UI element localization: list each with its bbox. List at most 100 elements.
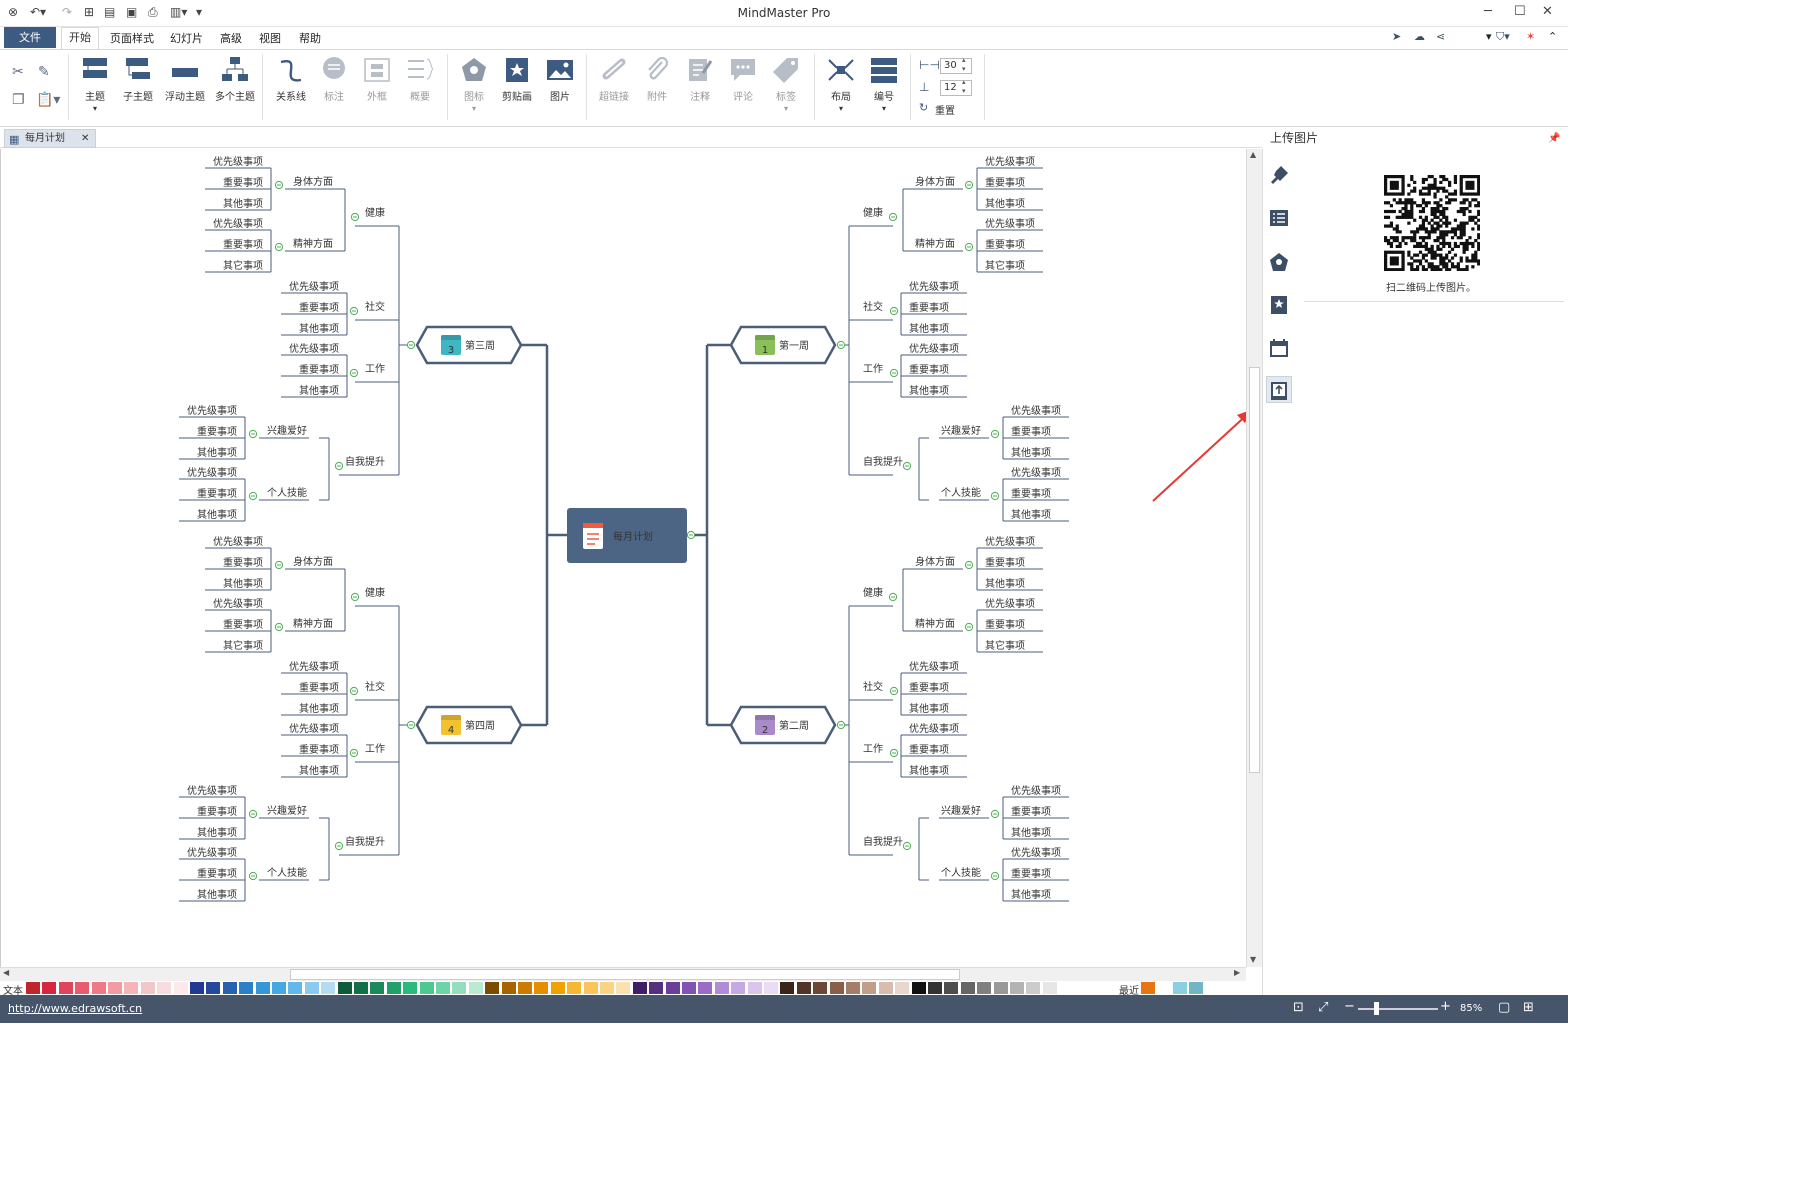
leaf-topic[interactable]: 重要事项 [909,681,949,694]
leaf-topic[interactable]: 重要事项 [909,743,949,756]
leaf-topic[interactable]: 其它事项 [985,259,1025,272]
leaf-topic[interactable]: 其他事项 [1011,888,1051,901]
subtopic[interactable]: 个人技能 [941,866,981,879]
leaf-topic[interactable]: 其他事项 [223,197,263,210]
color-swatch[interactable] [436,982,450,994]
color-swatch[interactable] [632,982,647,994]
subtopic[interactable]: 个人技能 [267,486,307,499]
leaf-topic[interactable]: 优先级事项 [1011,846,1061,859]
color-swatch[interactable] [1026,982,1041,994]
leaf-topic[interactable]: 重要事项 [299,743,339,756]
subtopic[interactable]: 身体方面 [293,555,333,568]
collapse-toggle-icon[interactable] [990,491,1000,501]
leaf-topic[interactable]: 优先级事项 [909,280,959,293]
collapse-toggle-icon[interactable] [836,720,846,730]
vertical-spacing-input[interactable]: 12 [940,80,972,96]
leaf-topic[interactable]: 重要事项 [299,301,339,314]
color-swatch[interactable] [780,982,795,994]
leaf-topic[interactable]: 重要事项 [909,301,949,314]
subtopic[interactable]: 个人技能 [941,486,981,499]
color-swatch[interactable] [928,982,942,994]
collapse-toggle-icon[interactable] [990,429,1000,439]
branch-topic[interactable]: 社交 [863,680,883,693]
multiple-topics-button[interactable]: 多个主题 [213,56,257,103]
calendar-icon-header[interactable] [755,335,775,340]
subtopic[interactable]: 兴趣爱好 [941,804,981,817]
leaf-topic[interactable]: 重要事项 [985,618,1025,631]
menu-home[interactable]: 开始 [61,27,99,49]
scroll-left-icon[interactable]: ◀ [3,968,9,977]
collapse-toggle-icon[interactable] [248,491,258,501]
collapse-toggle-icon[interactable] [990,871,1000,881]
collapse-toggle-icon[interactable] [889,306,899,316]
week-label[interactable]: 第三周 [465,339,495,352]
vertical-scroll-thumb[interactable] [1249,367,1260,773]
branch-topic[interactable]: 工作 [863,743,883,755]
leaf-topic[interactable]: 其他事项 [985,197,1025,210]
website-link[interactable]: http://www.edrawsoft.cn [8,1002,142,1015]
leaf-topic[interactable]: 优先级事项 [289,280,339,293]
branch-topic[interactable]: 健康 [365,206,385,219]
leaf-topic[interactable]: 其他事项 [1011,826,1051,839]
minimize-button[interactable]: ─ [1484,4,1492,19]
color-swatch[interactable] [403,982,418,994]
numbering-button[interactable]: 编号 ▾ [863,56,905,114]
recent-color-swatch[interactable] [1173,982,1187,994]
leaf-topic[interactable]: 优先级事项 [187,404,237,417]
leaf-topic[interactable]: 其他事项 [197,446,237,459]
subtopic[interactable]: 兴趣爱好 [267,804,307,817]
color-swatch[interactable] [337,982,352,994]
week-label[interactable]: 第二周 [779,719,809,732]
theme-color-icon[interactable]: ✶ [1526,30,1535,43]
color-swatch[interactable] [714,982,729,994]
collapse-toggle-icon[interactable] [334,841,344,851]
menu-advanced[interactable]: 高级 [220,30,242,46]
scroll-down-icon[interactable]: ▼ [1250,955,1256,964]
leaf-topic[interactable]: 其他事项 [909,322,949,335]
leaf-topic[interactable]: 其它事项 [223,259,263,272]
color-swatch[interactable] [222,982,237,994]
leaf-topic[interactable]: 优先级事项 [985,155,1035,168]
collapse-toggle-icon[interactable] [990,809,1000,819]
color-swatch[interactable] [370,982,385,994]
color-swatch[interactable] [960,982,975,994]
collapse-toggle-icon[interactable] [406,340,416,350]
calendar-number[interactable]: 2 [762,725,768,736]
leaf-topic[interactable]: 重要事项 [1011,425,1051,438]
color-swatch[interactable] [616,982,631,994]
recent-color-swatch[interactable] [1157,982,1171,994]
subtopic[interactable]: 精神方面 [915,617,955,630]
leaf-topic[interactable]: 其它事项 [985,639,1025,652]
color-swatch[interactable] [288,982,303,994]
collapse-toggle-icon[interactable] [888,592,898,602]
leaf-topic[interactable]: 重要事项 [197,867,237,880]
menu-slideshow[interactable]: 幻灯片 [170,30,203,46]
color-swatch[interactable] [518,982,532,994]
leaf-topic[interactable]: 优先级事项 [289,722,339,735]
collapse-toggle-icon[interactable] [274,242,284,252]
leaf-topic[interactable]: 优先级事项 [985,597,1035,610]
summary-button[interactable]: 概要 [399,56,441,103]
color-swatch[interactable] [91,982,106,994]
collapse-toggle-icon[interactable] [964,180,974,190]
page-view-icon[interactable]: ▢ [1498,1000,1510,1015]
menu-help[interactable]: 帮助 [299,30,321,46]
leaf-topic[interactable]: 其他事项 [223,577,263,590]
leaf-topic[interactable]: 其他事项 [197,508,237,521]
leaf-topic[interactable]: 其他事项 [1011,446,1051,459]
floating-topic-button[interactable]: 浮动主题 [163,56,207,103]
color-swatch[interactable] [452,982,467,994]
color-swatch[interactable] [386,982,401,994]
color-swatch[interactable] [846,982,860,994]
shirt-icon[interactable]: ⛉▾ [1496,30,1510,44]
collapse-toggle-icon[interactable] [964,622,974,632]
format-painter-icon[interactable]: ✎ [38,64,50,80]
color-swatch[interactable] [862,982,877,994]
color-swatch[interactable] [58,982,73,994]
leaf-topic[interactable]: 优先级事项 [1011,784,1061,797]
subtopic[interactable]: 兴趣爱好 [941,424,981,437]
collapse-toggle-icon[interactable] [686,530,696,540]
color-swatch[interactable] [895,982,910,994]
leaf-topic[interactable]: 优先级事项 [213,535,263,548]
color-swatch[interactable] [1010,982,1024,994]
